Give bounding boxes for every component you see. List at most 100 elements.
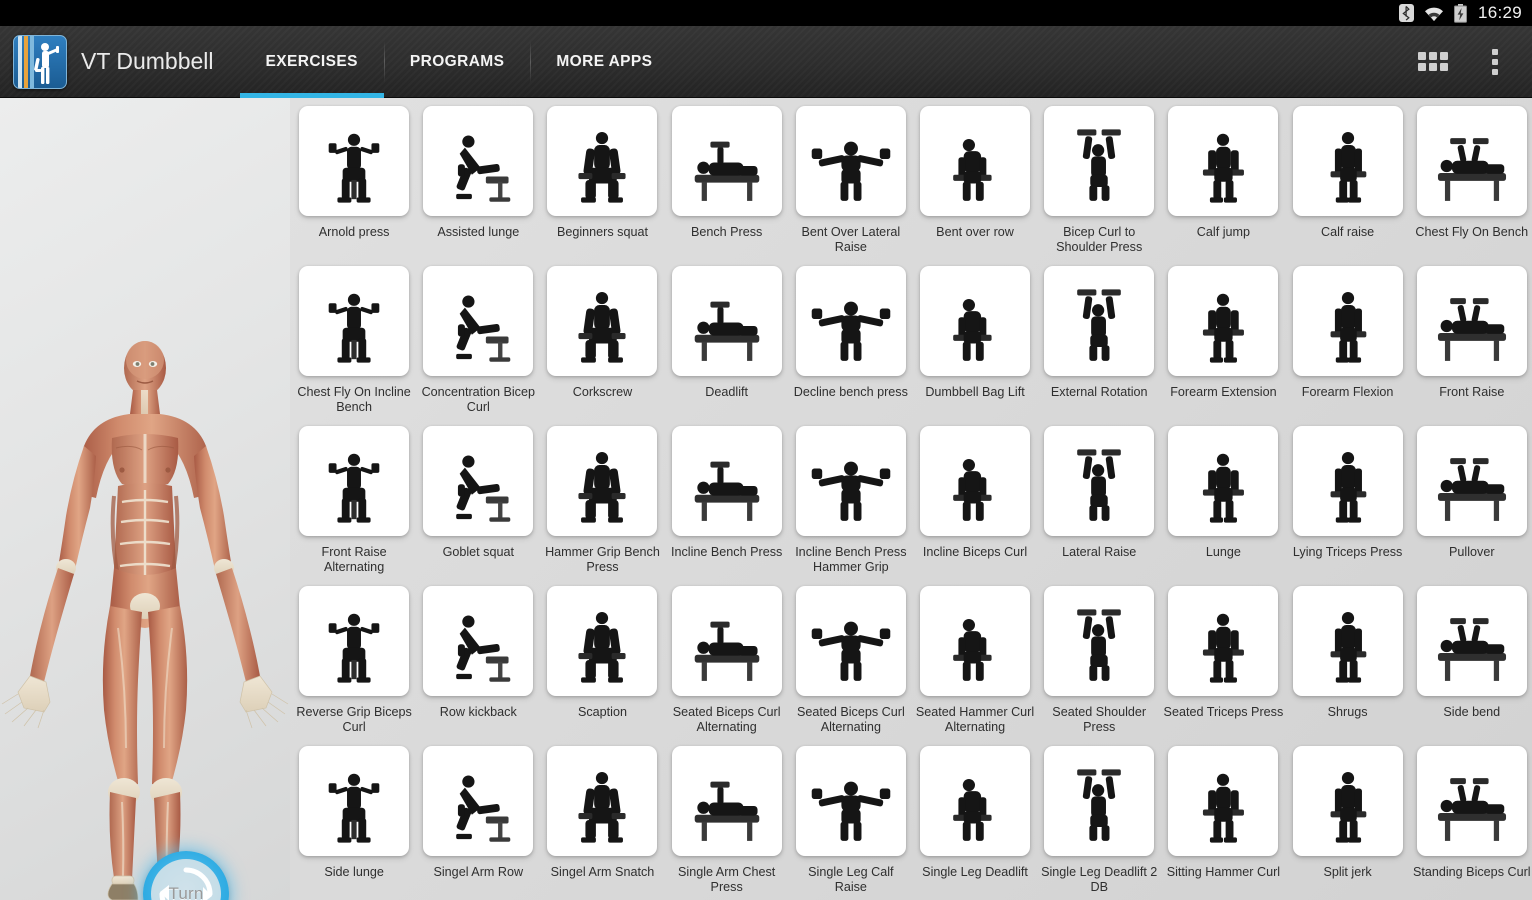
exercise-thumb-shrugs[interactable] [1292,586,1403,696]
exercise-cell[interactable]: Chest Fly On Incline Bench [292,266,416,426]
human-muscle-anatomy-figure[interactable] [0,98,290,900]
exercise-cell[interactable]: Side bend [1410,586,1532,746]
exercise-cell[interactable]: Deadlift [665,266,789,426]
exercise-cell[interactable]: Single Leg Calf Raise [789,746,913,900]
exercise-thumb-front-raise-alt[interactable] [299,426,410,536]
exercise-thumb-sitting-hammer[interactable] [1168,746,1279,856]
exercise-cell[interactable]: Goblet squat [416,426,540,586]
exercise-thumb-single-chest-press[interactable] [671,746,782,856]
tab-exercises[interactable]: EXERCISES [239,26,385,98]
exercise-cell[interactable]: Beginners squat [540,106,664,266]
exercise-thumb-external-rotation[interactable] [1044,266,1155,376]
exercise-thumb-single-deadlift[interactable] [920,746,1031,856]
exercise-thumb-decline-press[interactable] [795,266,906,376]
exercise-cell[interactable]: Concentration Bicep Curl [416,266,540,426]
exercise-thumb-calf-raise[interactable] [1292,106,1403,216]
grid-view-button[interactable] [1404,26,1462,98]
exercise-thumb-goblet-squat[interactable] [423,426,534,536]
exercise-thumb-concentration-curl[interactable] [423,266,534,376]
exercise-cell[interactable]: Scaption [540,586,664,746]
exercise-thumb-squat[interactable] [547,106,658,216]
exercise-cell[interactable]: Singel Arm Snatch [540,746,664,900]
exercise-cell[interactable]: Bench Press [665,106,789,266]
exercise-thumb-chest-fly-bench[interactable] [1416,106,1527,216]
exercise-cell[interactable]: Seated Hammer Curl Alternating [913,586,1037,746]
exercise-thumb-lateral-raise[interactable] [1044,426,1155,536]
exercise-thumb-forearm-extension[interactable] [1168,266,1279,376]
exercise-cell[interactable]: Decline bench press [789,266,913,426]
exercise-thumb-curl-to-press[interactable] [1044,106,1155,216]
exercise-thumb-single-arm-snatch[interactable] [547,746,658,856]
exercise-thumb-incline-curl[interactable] [920,426,1031,536]
exercise-thumb-deadlift[interactable] [671,266,782,376]
exercise-thumb-side-lunge[interactable] [299,746,410,856]
exercise-cell[interactable]: Bent over row [913,106,1037,266]
exercise-thumb-forearm-flexion[interactable] [1292,266,1403,376]
exercise-thumb-incline-hammer[interactable] [795,426,906,536]
exercise-cell[interactable]: Front Raise Alternating [292,426,416,586]
exercise-cell[interactable]: Split jerk [1286,746,1410,900]
exercise-thumb-chest-fly-incline[interactable] [299,266,410,376]
exercise-thumb-single-calf-raise[interactable] [795,746,906,856]
exercise-cell[interactable]: Seated Triceps Press [1161,586,1285,746]
exercise-cell[interactable]: Arnold press [292,106,416,266]
exercise-cell[interactable]: Corkscrew [540,266,664,426]
exercise-cell[interactable]: Calf jump [1161,106,1285,266]
exercise-cell[interactable]: Incline Biceps Curl [913,426,1037,586]
exercise-cell[interactable]: Pullover [1410,426,1532,586]
exercise-thumb-hammer-bench[interactable] [547,426,658,536]
exercise-cell[interactable]: Shrugs [1286,586,1410,746]
exercise-thumb-calf-jump[interactable] [1168,106,1279,216]
exercise-cell[interactable]: Front Raise [1410,266,1532,426]
exercise-thumb-incline-bench[interactable] [671,426,782,536]
exercise-cell[interactable]: Dumbbell Bag Lift [913,266,1037,426]
exercise-cell[interactable]: External Rotation [1037,266,1161,426]
exercise-cell[interactable]: Side lunge [292,746,416,900]
overflow-menu-button[interactable] [1466,26,1524,98]
exercise-thumb-bag-lift[interactable] [920,266,1031,376]
exercise-cell[interactable]: Seated Shoulder Press [1037,586,1161,746]
exercise-thumb-row-kickback[interactable] [423,586,534,696]
exercise-cell[interactable]: Reverse Grip Biceps Curl [292,586,416,746]
tab-more-apps[interactable]: MORE APPS [530,26,678,98]
exercise-cell[interactable]: Calf raise [1286,106,1410,266]
exercise-cell[interactable]: Hammer Grip Bench Press [540,426,664,586]
exercise-thumb-seated-shoulder[interactable] [1044,586,1155,696]
exercise-thumb-scaption[interactable] [547,586,658,696]
exercise-cell[interactable]: Lateral Raise [1037,426,1161,586]
exercise-thumb-split-jerk[interactable] [1292,746,1403,856]
exercise-thumb-seated-hammer[interactable] [920,586,1031,696]
exercise-cell[interactable]: Lying Triceps Press [1286,426,1410,586]
exercise-thumb-bench-press[interactable] [671,106,782,216]
exercise-thumb-bent-lateral-raise[interactable] [795,106,906,216]
exercise-cell[interactable]: Seated Biceps Curl Alternating [789,586,913,746]
exercise-thumb-corkscrew[interactable] [547,266,658,376]
exercise-thumb-lunge[interactable] [1168,426,1279,536]
exercise-thumb-standing-curl[interactable] [1416,746,1527,856]
tab-programs[interactable]: PROGRAMS [383,26,530,98]
exercise-thumb-single-arm-row[interactable] [423,746,534,856]
exercise-thumb-front-raise[interactable] [1416,266,1527,376]
exercise-cell[interactable]: Forearm Flexion [1286,266,1410,426]
exercise-thumb-pullover[interactable] [1416,426,1527,536]
exercise-thumb-bent-row[interactable] [920,106,1031,216]
exercise-thumb-lunge-bench[interactable] [423,106,534,216]
exercise-cell[interactable]: Incline Bench Press Hammer Grip [789,426,913,586]
exercise-cell[interactable]: Single Arm Chest Press [665,746,789,900]
exercise-cell[interactable]: Seated Biceps Curl Alternating [665,586,789,746]
exercise-cell[interactable]: Single Leg Deadlift [913,746,1037,900]
exercise-thumb-seated-press[interactable] [299,106,410,216]
exercise-thumb-seated-triceps[interactable] [1168,586,1279,696]
exercise-cell[interactable]: Bent Over Lateral Raise [789,106,913,266]
exercise-cell[interactable]: Sitting Hammer Curl [1161,746,1285,900]
exercise-cell[interactable]: Lunge [1161,426,1285,586]
exercise-cell[interactable]: Single Leg Deadlift 2 DB [1037,746,1161,900]
exercise-thumb-seated-curl-alt-2[interactable] [795,586,906,696]
exercise-cell[interactable]: Singel Arm Row [416,746,540,900]
exercise-thumb-lying-triceps[interactable] [1292,426,1403,536]
exercise-cell[interactable]: Assisted lunge [416,106,540,266]
exercise-cell[interactable]: Standing Biceps Curl [1410,746,1532,900]
exercise-thumb-side-bend[interactable] [1416,586,1527,696]
exercise-cell[interactable]: Forearm Extension [1161,266,1285,426]
exercise-cell[interactable]: Row kickback [416,586,540,746]
